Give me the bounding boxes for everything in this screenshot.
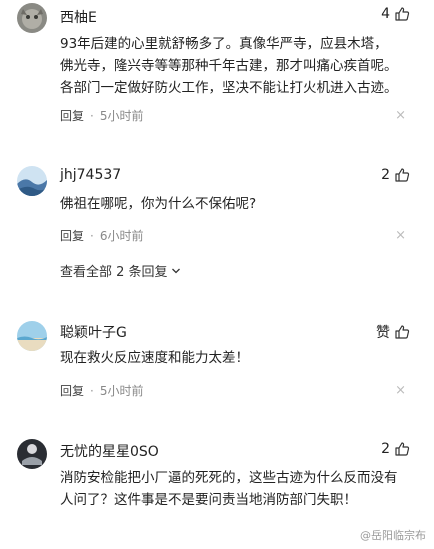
watermark: @岳阳临宗布 — [360, 527, 426, 543]
timestamp: 5小时前 — [99, 109, 144, 123]
comment-meta: 回复 · 6小时前 — [60, 227, 143, 244]
watermark-text: @岳阳临宗布 — [360, 529, 426, 542]
like-button[interactable]: 2 — [381, 441, 410, 457]
username[interactable]: 无忧的星星0SO — [60, 441, 159, 461]
comment-text: 佛祖在哪呢，你为什么不保佑呢? — [60, 196, 257, 212]
reply-button[interactable]: 回复 — [60, 382, 84, 399]
username[interactable]: jhj74537 — [60, 167, 121, 183]
thumbs-up-icon — [395, 442, 410, 456]
separator-dot: · — [90, 383, 94, 398]
separator-dot: · — [90, 108, 94, 123]
separator-dot: · — [90, 228, 94, 243]
avatar[interactable] — [17, 439, 47, 469]
comment-text: 现在救火反应速度和能力太差！ — [60, 350, 249, 366]
chevron-down-icon — [171, 268, 180, 273]
comment-text: 93年后建的心里就舒畅多了。真像华严寺，应县木塔， 佛光寺，隆兴寺等等那种千年古… — [60, 36, 398, 96]
thumbs-up-icon — [395, 168, 410, 182]
close-icon[interactable]: × — [395, 228, 406, 243]
timestamp: 6小时前 — [99, 229, 144, 243]
username[interactable]: 聪颖叶子G — [60, 322, 127, 342]
close-icon[interactable]: × — [395, 108, 406, 123]
thumbs-up-icon — [395, 325, 410, 339]
avatar[interactable] — [17, 166, 47, 196]
avatar[interactable] — [17, 321, 47, 351]
like-count: 2 — [381, 441, 390, 457]
comment-meta: 回复 · 5小时前 — [60, 107, 143, 124]
comment-text: 消防安检能把小厂逼的死死的，这些古迹为什么反而没有 人问了？这件事是不是要问责当… — [60, 470, 398, 508]
view-all-label: 查看全部 2 条回复 — [60, 265, 168, 280]
like-button[interactable]: 赞 — [376, 322, 410, 342]
avatar[interactable] — [17, 3, 47, 33]
close-icon[interactable]: × — [395, 383, 406, 398]
timestamp: 5小时前 — [99, 384, 144, 398]
reply-button[interactable]: 回复 — [60, 107, 84, 124]
like-button[interactable]: 4 — [381, 6, 410, 22]
thumbs-up-icon — [395, 7, 410, 21]
like-count: 2 — [381, 167, 390, 183]
view-all-replies-link[interactable]: 查看全部 2 条回复 — [60, 261, 181, 280]
username[interactable]: 西柚E — [60, 7, 97, 27]
comment-meta: 回复 · 5小时前 — [60, 382, 143, 399]
reply-button[interactable]: 回复 — [60, 227, 84, 244]
like-count: 4 — [381, 6, 390, 22]
like-button[interactable]: 2 — [381, 167, 410, 183]
like-label: 赞 — [376, 325, 390, 341]
